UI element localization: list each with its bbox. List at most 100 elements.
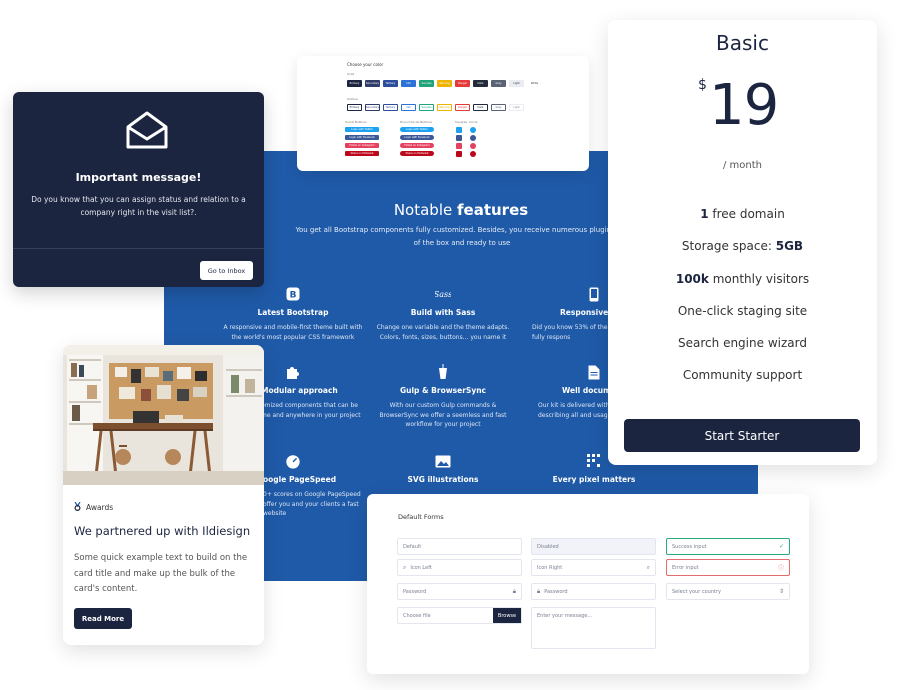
outline-button[interactable]: Gray bbox=[491, 104, 506, 111]
square-social-button[interactable] bbox=[456, 151, 462, 157]
password-input[interactable]: Password 🔒︎ bbox=[397, 583, 522, 600]
blog-text: Some quick example text to build on the … bbox=[74, 553, 248, 594]
circle-social-button[interactable] bbox=[470, 151, 476, 157]
plan-name: Basic bbox=[716, 31, 769, 55]
chevron-updown-icon: ⇕ bbox=[778, 588, 784, 595]
plan-feature: Community support bbox=[682, 368, 803, 383]
outline-button[interactable]: Danger bbox=[455, 104, 470, 111]
feature-svg-illustrations: SVG illustrations bbox=[373, 453, 513, 490]
message-textarea[interactable]: Enter your message... bbox=[531, 607, 656, 649]
price-period: / month bbox=[722, 160, 762, 171]
plan-feature: 1 free domain bbox=[700, 207, 785, 221]
icon-left-input[interactable]: ⌕ Icon Left bbox=[397, 559, 522, 576]
password-input-icon-left[interactable]: 🔒︎ Password bbox=[531, 583, 656, 600]
puzzle-icon bbox=[285, 364, 301, 380]
solid-button[interactable]: Light bbox=[509, 80, 524, 87]
read-more-button[interactable]: Read More bbox=[74, 608, 132, 629]
feature-gulp-browsersync: Gulp & BrowserSync With our custom Gulp … bbox=[373, 364, 513, 430]
solid-button[interactable]: Secondary bbox=[365, 80, 380, 87]
outline-button[interactable]: Success bbox=[419, 104, 434, 111]
buttons-heading: Choose your color bbox=[347, 62, 384, 67]
outline-button[interactable]: Primary bbox=[347, 104, 362, 111]
solid-button[interactable]: Warning bbox=[437, 80, 452, 87]
round-social-button[interactable]: Login with Twitter bbox=[400, 127, 434, 132]
square-social-button[interactable] bbox=[456, 143, 462, 149]
currency-symbol: $ bbox=[698, 77, 707, 93]
start-starter-button[interactable]: Start Starter bbox=[624, 419, 860, 452]
sass-icon: Sass bbox=[435, 286, 451, 302]
circle-social-button[interactable] bbox=[470, 143, 476, 149]
country-select[interactable]: Select your country ⇕ bbox=[666, 583, 790, 600]
solid-button[interactable]: Tertiary bbox=[383, 80, 398, 87]
plan-features: 1 free domain Storage space: 5GB 100k mo… bbox=[608, 207, 877, 401]
square-social-button[interactable] bbox=[456, 135, 462, 141]
square-social-button[interactable] bbox=[456, 127, 462, 133]
plan-feature: Storage space: 5GB bbox=[681, 239, 804, 254]
outline-button[interactable]: Light bbox=[509, 104, 524, 111]
round-social-button[interactable]: Login with Facebook bbox=[400, 135, 434, 140]
bootstrap-icon: B bbox=[285, 286, 301, 302]
solid-button[interactable]: Info bbox=[401, 80, 416, 87]
search-icon: ⌕ bbox=[646, 563, 650, 571]
file-input[interactable]: Choose file Browse bbox=[397, 607, 522, 624]
lock-icon: 🔒︎ bbox=[537, 587, 541, 595]
message-title: Important message! bbox=[75, 171, 202, 184]
envelope-open-icon bbox=[125, 110, 169, 150]
outline-button[interactable]: Warning bbox=[437, 104, 452, 111]
error-input[interactable]: Error input ⓘ bbox=[666, 559, 790, 576]
solid-button[interactable]: Danger bbox=[455, 80, 470, 87]
feature-build-with-sass: Sass Build with Sass Change one variable… bbox=[373, 286, 513, 342]
disabled-input: Disabled bbox=[531, 538, 656, 555]
social-button[interactable]: Login with Twitter bbox=[345, 127, 379, 132]
important-message-card: Important message! Do you know that you … bbox=[13, 92, 264, 287]
message-text: Do you know that you can assign status a… bbox=[31, 195, 246, 217]
icon-right-input[interactable]: Icon Right ⌕ bbox=[531, 559, 656, 576]
success-input[interactable]: Success input ✓ bbox=[666, 538, 790, 555]
blog-card: Awards We partnered up with Ildiesign So… bbox=[63, 345, 264, 645]
solid-buttons-row: Primary Secondary Tertiary Info Success Warni… bbox=[347, 80, 542, 87]
medal-icon bbox=[74, 501, 81, 513]
social-button[interactable]: Follow on Instagram bbox=[345, 143, 379, 148]
error-icon: ⓘ bbox=[777, 565, 784, 572]
lock-icon: 🔒︎ bbox=[512, 587, 516, 595]
browse-button[interactable]: Browse bbox=[493, 608, 521, 623]
default-input[interactable]: Default bbox=[397, 538, 522, 555]
round-social-button[interactable]: Follow on Instagram bbox=[400, 143, 434, 148]
outline-button[interactable]: Info bbox=[401, 104, 416, 111]
image-icon bbox=[435, 453, 451, 469]
go-to-inbox-button[interactable]: Go to Inbox bbox=[200, 261, 253, 280]
feature-latest-bootstrap: B Latest Bootstrap A responsive and mobi… bbox=[223, 286, 363, 342]
buttons-showcase-card: Choose your color Solid Primary Secondary… bbox=[297, 56, 589, 171]
outline-button[interactable]: Tertiary bbox=[383, 104, 398, 111]
divider bbox=[13, 248, 264, 249]
mobile-icon bbox=[586, 286, 602, 302]
price-amount: 19 bbox=[709, 73, 779, 138]
plan-feature: Search engine wizard bbox=[678, 336, 807, 351]
round-social-button[interactable]: Share on Pinterest bbox=[400, 151, 434, 156]
pixels-icon bbox=[586, 453, 602, 469]
search-icon: ⌕ bbox=[403, 563, 407, 571]
outline-buttons-row: Primary Secondary Tertiary Info Success Warni… bbox=[347, 104, 524, 111]
solid-button[interactable]: Dark bbox=[473, 80, 488, 87]
plan-feature: 100k monthly visitors bbox=[675, 271, 810, 286]
circle-social-button[interactable] bbox=[470, 127, 476, 133]
solid-button[interactable]: Gray bbox=[491, 80, 506, 87]
document-icon bbox=[586, 364, 602, 380]
pricing-card: Basic $ 19 / month 1 free domain Storage… bbox=[608, 20, 877, 465]
plan-feature: One-click staging site bbox=[677, 303, 808, 318]
solid-button[interactable]: Primary bbox=[347, 80, 362, 87]
solid-button[interactable]: White bbox=[527, 80, 542, 87]
social-button[interactable]: Share on Pinterest bbox=[345, 151, 379, 156]
social-button[interactable]: Login with Facebook bbox=[345, 135, 379, 140]
solid-button[interactable]: Success bbox=[419, 80, 434, 87]
circle-social-button[interactable] bbox=[470, 135, 476, 141]
outline-button[interactable]: Dark bbox=[473, 104, 488, 111]
workspace-image bbox=[63, 345, 264, 486]
award-badge: Awards bbox=[74, 501, 113, 513]
page: Notable features You get all Bootstrap c… bbox=[0, 0, 920, 690]
blog-title: We partnered up with Ildiesign bbox=[74, 524, 251, 538]
check-icon: ✓ bbox=[778, 543, 784, 550]
speedometer-icon bbox=[285, 453, 301, 469]
features-lead: You get all Bootstrap components fully c… bbox=[295, 226, 629, 247]
outline-button[interactable]: Secondary bbox=[365, 104, 380, 111]
